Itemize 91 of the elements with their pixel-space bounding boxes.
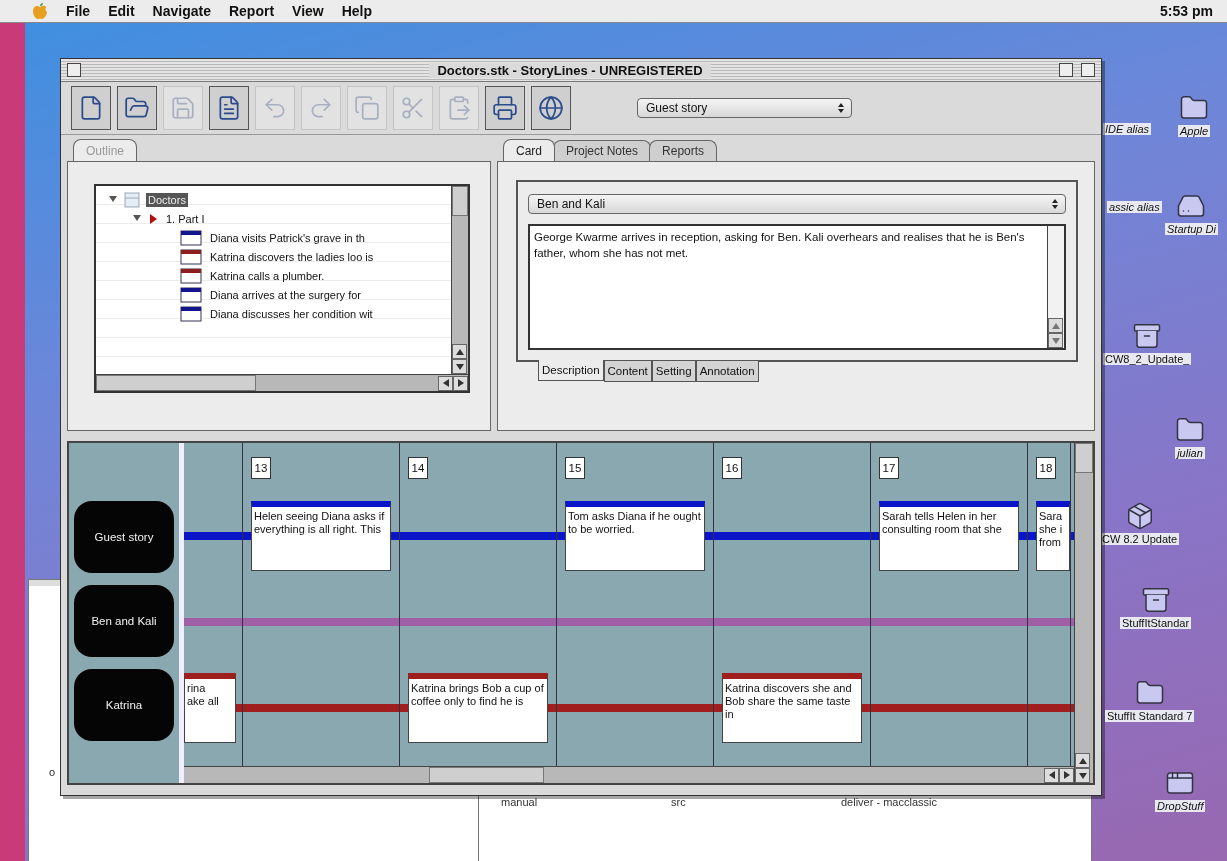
scene-card[interactable]: Sara she i from (1036, 501, 1070, 571)
new-document-button[interactable] (71, 86, 111, 130)
collapse-box[interactable] (1081, 63, 1095, 77)
description-text: George Kwarme arrives in reception, asking for Ben. Kali overhears and realises that he is Ben's father, whom she has not met. (533, 230, 1026, 261)
scene-number: 18 (1036, 457, 1056, 479)
menu-clock[interactable]: 5:53 pm (1160, 3, 1217, 19)
desktop-icon-label[interactable]: Apple (1178, 125, 1211, 137)
scene-card[interactable]: Helen seeing Diana asks if everything is all right. This (251, 501, 391, 571)
stack-icon (124, 191, 140, 208)
scroll-down-arrow-icon[interactable] (454, 361, 465, 372)
desktop-icon-label[interactable]: DropStuff (1155, 800, 1206, 812)
scene-card[interactable]: Katrina brings Bob a cup of coffee only to find he is (408, 673, 548, 743)
card-subtab[interactable]: Setting (651, 360, 696, 382)
scene-card[interactable]: Tom asks Diana if he ought to be worried. (565, 501, 705, 571)
disclosure-triangle-icon[interactable] (132, 212, 142, 223)
archive-icon[interactable] (1132, 321, 1163, 351)
clipboard-icon (446, 95, 472, 121)
storyline-dropdown[interactable]: Guest story (637, 98, 852, 118)
scroll-thumb[interactable] (452, 186, 468, 216)
menu-item[interactable]: File (66, 3, 91, 19)
desktop-icon-label[interactable]: IDE alias (1103, 123, 1152, 135)
storyline-dropdown[interactable]: Ben and Kali (528, 194, 1066, 214)
scene-card[interactable]: Katrina discovers she and Bob share the same taste in (722, 673, 862, 743)
scene-card[interactable]: rina ake all (184, 673, 236, 743)
outline-item[interactable]: 1. Part I (164, 211, 207, 226)
card-subtab[interactable]: Content (603, 360, 652, 382)
description-field[interactable]: George Kwarme arrives in reception, asking for Ben. Kali overhears and realises that he is Ben's father, whom she has not met. (528, 224, 1066, 350)
menu-item[interactable]: Help (341, 3, 373, 19)
print-button[interactable] (485, 86, 525, 130)
menu-item[interactable]: View (292, 3, 324, 19)
scene-number: 16 (722, 457, 742, 479)
open-folder-icon (124, 95, 150, 121)
scroll-thumb[interactable] (1075, 443, 1093, 473)
pane-tab[interactable]: Reports (649, 140, 718, 161)
pane-tab[interactable]: Project Notes (553, 140, 652, 161)
document-icon (216, 95, 242, 121)
menu-item[interactable]: Edit (108, 3, 135, 19)
globe-icon (538, 95, 564, 121)
file-list-text: src (671, 796, 686, 808)
scroll-right-arrow-icon[interactable] (455, 378, 466, 388)
scroll-thumb[interactable] (429, 767, 544, 783)
disclosure-triangle-icon[interactable] (108, 193, 118, 204)
updown-arrows-icon (837, 102, 845, 114)
zoom-box[interactable] (1059, 63, 1073, 77)
desktop-icon-label[interactable]: julian (1175, 447, 1205, 459)
horizontal-scrollbar[interactable] (184, 766, 1074, 783)
desktop-icon-label[interactable]: Startup Di (1165, 223, 1218, 235)
outline-item[interactable]: Diana arrives at the surgery for (208, 287, 363, 302)
scroll-down-arrow-icon[interactable] (1077, 770, 1088, 781)
desktop-icon-label[interactable]: StuffItStandar (1120, 617, 1192, 629)
menu-item[interactable]: Navigate (152, 3, 211, 19)
scene-number: 15 (565, 457, 585, 479)
printer-icon (492, 95, 518, 121)
vertical-scrollbar[interactable] (451, 186, 468, 374)
document-button[interactable] (209, 86, 249, 130)
scene-number: 13 (251, 457, 271, 479)
scene-number: 14 (408, 457, 428, 479)
pane-tab[interactable]: Card (503, 139, 555, 161)
scene-card[interactable]: Sarah tells Helen in her consulting room that she (879, 501, 1019, 571)
scroll-thumb[interactable] (96, 375, 256, 391)
outline-item[interactable]: Diana visits Patrick's grave in th (208, 230, 367, 245)
blank-page-icon (78, 95, 104, 121)
scroll-right-arrow-icon[interactable] (1061, 770, 1072, 780)
outline-item[interactable]: Diana discusses her condition wit (208, 306, 375, 321)
globe-button[interactable] (531, 86, 571, 130)
menu-item[interactable]: Report (228, 3, 275, 19)
file-list-text: deliver - macclassic (841, 796, 937, 808)
scene-number: 17 (879, 457, 899, 479)
desktop-icon-label[interactable]: StuffIt Standard 7 (1105, 710, 1195, 722)
part-marker-icon (148, 212, 158, 225)
window-text: o (49, 766, 56, 778)
storyline-label[interactable]: Guest story (74, 501, 174, 573)
card-subtab[interactable]: Annotation (695, 360, 759, 382)
open-folder-button[interactable] (117, 86, 157, 130)
outline-item[interactable]: Doctors (146, 192, 188, 207)
storyline-label[interactable]: Ben and Kali (74, 585, 174, 657)
file-list-text: manual (501, 796, 538, 808)
vertical-scrollbar[interactable] (1074, 443, 1093, 783)
outline-item[interactable]: Katrina calls a plumber. (208, 268, 327, 283)
desktop-icon-label[interactable]: CW8_2_Update_ (1103, 353, 1192, 365)
storyline-label[interactable]: Katrina (74, 669, 174, 741)
horizontal-scrollbar[interactable] (96, 374, 468, 391)
archive-icon[interactable] (1140, 585, 1171, 615)
close-box[interactable] (67, 63, 81, 77)
window-title: Doctors.stk - StoryLines - UNREGISTERED (429, 62, 711, 78)
desktop-icon-label[interactable]: assic alias (1107, 201, 1162, 213)
card-subtab[interactable]: Description (538, 360, 604, 381)
copy-icon (354, 95, 380, 121)
outline-item[interactable]: Katrina discovers the ladies loo is (208, 249, 376, 264)
desktop-icon-label[interactable]: CW 8.2 Update (1100, 533, 1180, 545)
updown-arrows-icon (1051, 198, 1059, 210)
